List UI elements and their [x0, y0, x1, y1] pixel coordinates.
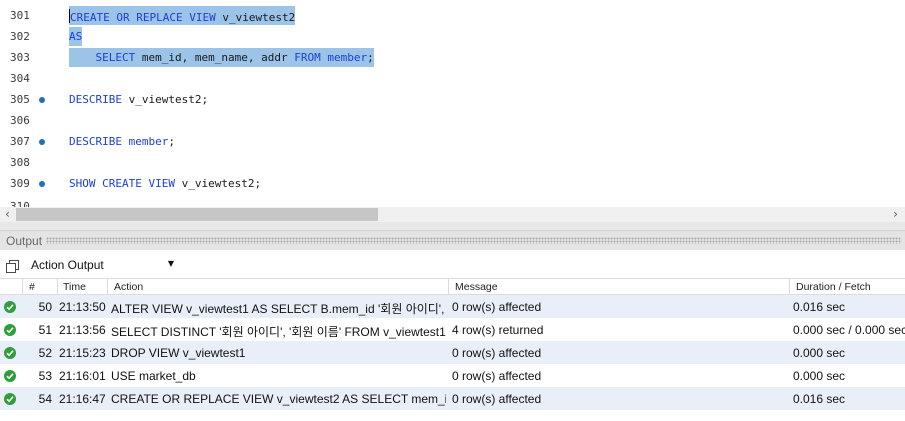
editor-line-305[interactable]: 305 DESCRIBE v_viewtest2;: [0, 90, 905, 111]
cell-message: 0 row(s) affected: [452, 346, 542, 360]
cell-duration: 0.000 sec: [793, 369, 846, 383]
success-check-icon: [4, 347, 16, 359]
success-check-icon: [4, 324, 16, 336]
statement-bullet-icon: [39, 139, 45, 145]
cell-time: 21:16:47: [59, 392, 106, 406]
line-number: 305: [10, 93, 30, 106]
editor-line-306[interactable]: 306: [0, 111, 905, 132]
statement-bullet-icon: [39, 97, 45, 103]
cell-time: 21:13:56: [59, 323, 106, 337]
chevron-down-icon: ▼: [167, 259, 174, 268]
editor-horizontal-scrollbar[interactable]: ‹ ›: [0, 207, 905, 222]
code-text: SELECT mem_id, mem_name, addr FROM membe…: [69, 48, 374, 67]
statement-bullet-icon: [39, 181, 45, 187]
partial-line-above: _ _: [0, 0, 905, 3]
table-row[interactable]: 54 21:16:47 CREATE OR REPLACE VIEW v_vie…: [0, 387, 905, 410]
line-number: 306: [10, 114, 30, 127]
line-number: 307: [10, 135, 30, 148]
line-number: 308: [10, 156, 30, 169]
column-separator[interactable]: [789, 279, 790, 296]
editor-line-307[interactable]: 307 DESCRIBE member;: [0, 132, 905, 153]
column-header-num[interactable]: #: [29, 281, 35, 293]
action-output-table[interactable]: # Time Action Message Duration / Fetch 5…: [0, 278, 905, 421]
success-check-icon: [4, 301, 16, 313]
success-check-icon: [4, 370, 16, 382]
line-number-partial: 310: [10, 200, 30, 207]
output-type-value: Action Output: [31, 258, 104, 272]
code-text: CREATE OR REPLACE VIEW v_viewtest2: [69, 6, 296, 25]
editor-line-308[interactable]: 308: [0, 153, 905, 174]
cell-duration: 0.000 sec: [793, 346, 846, 360]
cell-action: USE market_db: [111, 369, 196, 383]
output-title: Output: [6, 234, 43, 248]
output-panel-header: Output: [0, 230, 905, 250]
table-row[interactable]: 53 21:16:01 USE market_db 0 row(s) affec…: [0, 364, 905, 387]
cell-num: 51: [38, 323, 52, 337]
cell-action: SELECT DISTINCT '회원 아이디', '회원 이름' FROM v…: [111, 325, 446, 339]
table-row[interactable]: 50 21:13:50 ALTER VIEW v_viewtest1 AS SE…: [0, 295, 905, 318]
cell-num: 52: [38, 346, 52, 360]
cell-duration: 0.000 sec / 0.000 sec: [793, 323, 905, 337]
cell-time: 21:15:23: [59, 346, 106, 360]
editor-line-303[interactable]: 303 SELECT mem_id, mem_name, addr FROM m…: [0, 48, 905, 69]
scrollbar-thumb[interactable]: [16, 208, 378, 221]
column-separator[interactable]: [57, 279, 58, 296]
line-number: 301: [10, 9, 30, 22]
column-separator[interactable]: [448, 279, 449, 296]
cell-action: DROP VIEW v_viewtest1: [111, 346, 246, 360]
code-text: DESCRIBE v_viewtest2;: [69, 93, 209, 106]
output-toolbar: Action Output ▼: [0, 250, 905, 278]
panel-splitter[interactable]: [0, 222, 905, 230]
cell-time: 21:13:50: [59, 300, 106, 314]
code-text: AS: [69, 27, 83, 46]
table-row[interactable]: 52 21:15:23 DROP VIEW v_viewtest1 0 row(…: [0, 341, 905, 364]
column-separator[interactable]: [22, 279, 23, 296]
code-text: SHOW CREATE VIEW v_viewtest2;: [69, 177, 262, 190]
cell-message: 0 row(s) affected: [452, 300, 542, 314]
line-number: 303: [10, 51, 30, 64]
scroll-right-icon[interactable]: ›: [888, 207, 903, 222]
editor-line-309[interactable]: 309 SHOW CREATE VIEW v_viewtest2;: [0, 174, 905, 195]
line-number: 309: [10, 177, 30, 190]
column-header-message[interactable]: Message: [455, 281, 498, 293]
cell-num: 50: [38, 300, 52, 314]
cell-time: 21:16:01: [59, 369, 106, 383]
table-row[interactable]: 51 21:13:56 SELECT DISTINCT '회원 아이디', '회…: [0, 318, 905, 341]
drag-grip[interactable]: [46, 237, 901, 244]
output-type-select[interactable]: Action Output ▼: [28, 255, 176, 274]
cell-action: ALTER VIEW v_viewtest1 AS SELECT B.mem_i…: [111, 302, 446, 316]
cell-num: 53: [38, 369, 52, 383]
success-check-icon: [4, 393, 16, 405]
editor-line-304[interactable]: 304: [0, 69, 905, 90]
cell-num: 54: [38, 392, 52, 406]
cell-duration: 0.016 sec: [793, 300, 846, 314]
scroll-left-icon[interactable]: ‹: [0, 207, 15, 222]
cell-message: 4 row(s) returned: [452, 323, 544, 337]
column-separator[interactable]: [107, 279, 108, 296]
code-text: DESCRIBE member;: [69, 135, 175, 148]
column-header-action[interactable]: Action: [114, 281, 143, 293]
line-number: 302: [10, 30, 30, 43]
editor-line-302[interactable]: 302 AS: [0, 27, 905, 48]
cell-duration: 0.016 sec: [793, 392, 846, 406]
sql-editor[interactable]: _ _ 301 CREATE OR REPLACE VIEW v_viewtes…: [0, 0, 905, 207]
column-header-time[interactable]: Time: [63, 281, 86, 293]
line-number: 304: [10, 72, 30, 85]
copy-icon[interactable]: [6, 258, 20, 273]
editor-line-301[interactable]: 301 CREATE OR REPLACE VIEW v_viewtest2: [0, 6, 905, 27]
table-header-row: # Time Action Message Duration / Fetch: [0, 278, 905, 296]
cell-action: CREATE OR REPLACE VIEW v_viewtest2 AS SE…: [111, 392, 446, 406]
column-header-duration[interactable]: Duration / Fetch: [796, 281, 871, 293]
cell-message: 0 row(s) affected: [452, 369, 542, 383]
cell-message: 0 row(s) affected: [452, 392, 542, 406]
